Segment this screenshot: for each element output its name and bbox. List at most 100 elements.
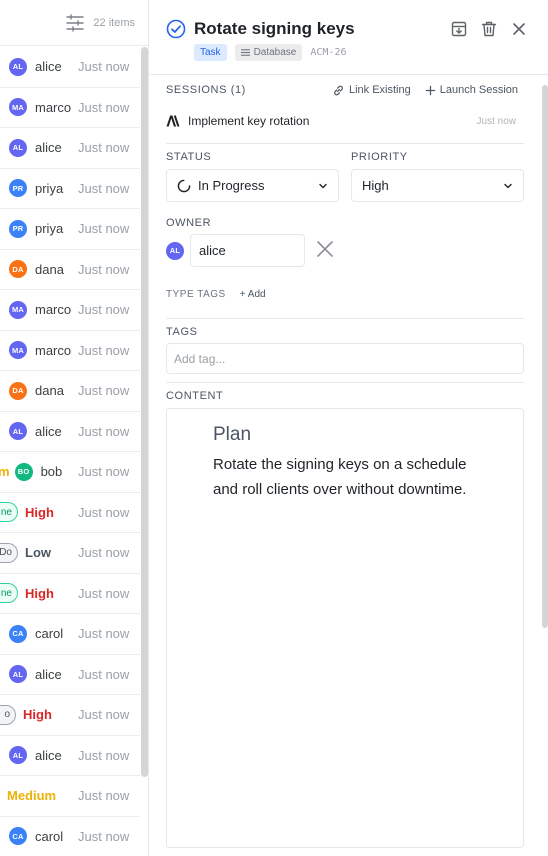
issue-meta: Task Database ACM-26 [194, 44, 347, 61]
list-item[interactable]: o High Just now [0, 695, 140, 736]
status-chip[interactable]: Do [0, 542, 18, 563]
list-item[interactable]: ne High Just now [0, 493, 140, 533]
avatar: BO [14, 462, 33, 481]
list-toolbar: 22 items [0, 0, 148, 46]
updated-time: Just now [78, 221, 130, 237]
list-item[interactable]: MA marco Just now [0, 290, 140, 331]
list-item[interactable]: MA marco Just now [0, 331, 140, 371]
owner-name: bob [40, 464, 63, 480]
list-item[interactable]: MA marco Just now [0, 88, 140, 128]
type-tags-row: TYPE TAGS + Add [166, 289, 524, 300]
priority-value: High [362, 178, 389, 193]
avatar: PR [9, 219, 27, 238]
close-icon[interactable] [510, 20, 528, 38]
link-existing-button[interactable]: Link Existing [332, 84, 411, 97]
priority-label: High [25, 504, 54, 520]
updated-time: Just now [78, 504, 130, 520]
session-time: Just now [476, 115, 516, 127]
updated-time: Just now [78, 59, 130, 75]
list-item[interactable]: Do Low Just now [0, 533, 140, 574]
updated-time: Just now [78, 585, 130, 601]
updated-time: Just now [78, 342, 130, 358]
avatar: MA [9, 341, 27, 360]
issue-title[interactable]: Rotate signing keys [194, 19, 355, 39]
avatar: MA [9, 98, 27, 117]
list-item[interactable]: CA carol Just now [0, 817, 140, 856]
updated-time: Just now [78, 383, 130, 399]
priority-label: High [23, 707, 52, 723]
owner-name: alice [35, 423, 62, 439]
content-label: CONTENT [166, 390, 224, 402]
session-name: Implement key rotation [188, 114, 310, 128]
list-item[interactable]: DA dana Just now [0, 371, 140, 412]
priority-label: High [25, 585, 54, 601]
row-leading-cell: MA marco [9, 88, 71, 128]
list-item[interactable]: ne High Just now [0, 574, 140, 614]
clear-owner-icon[interactable] [316, 240, 334, 258]
database-badge[interactable]: Database [234, 44, 303, 61]
content-heading[interactable]: Plan [213, 424, 523, 446]
content-paragraph[interactable]: Rotate the signing keys on a schedule an… [213, 452, 493, 502]
row-leading-cell: AL alice [9, 655, 62, 695]
row-leading-cell: PR priya [9, 169, 63, 209]
row-leading-cell: Medium [0, 776, 56, 816]
updated-time: Just now [78, 302, 130, 318]
type-badge[interactable]: Task [194, 44, 227, 61]
trash-icon[interactable] [480, 20, 498, 38]
add-type-tag-button[interactable]: + Add [240, 289, 266, 300]
content-editor[interactable]: Plan Rotate the signing keys on a schedu… [166, 408, 524, 848]
archive-icon[interactable] [450, 20, 468, 38]
row-leading-cell: PR priya [9, 209, 63, 249]
list-item[interactable]: AL alice Just now [0, 736, 140, 776]
status-chip[interactable]: ne [0, 502, 18, 523]
status-chip[interactable]: ne [0, 583, 18, 604]
priority-select[interactable]: High [351, 169, 524, 202]
updated-time: Just now [78, 747, 130, 763]
status-label: STATUS [166, 151, 212, 163]
owner-name: alice [35, 59, 62, 75]
owner-input[interactable]: alice [190, 234, 305, 267]
list-item[interactable]: AL alice Just now [0, 128, 140, 169]
filter-sliders-icon[interactable] [65, 13, 85, 33]
detail-header: Rotate signing keys Task Database ACM-26 [150, 0, 548, 75]
list-item[interactable]: PR priya Just now [0, 209, 140, 250]
avatar: DA [9, 260, 27, 279]
avatar: CA [9, 624, 27, 643]
check-circle-icon[interactable] [166, 19, 186, 39]
detail-body: SESSIONS (1) Link Existing Launch Sessio… [166, 75, 524, 848]
owner-name: dana [35, 383, 64, 399]
updated-time: Just now [78, 707, 130, 723]
row-leading-cell: DA dana [9, 371, 64, 411]
tag-input[interactable]: Add tag... [166, 343, 524, 374]
list-item[interactable]: AL alice Just now [0, 655, 140, 695]
updated-time: Just now [78, 180, 130, 196]
divider [166, 318, 524, 319]
avatar: AL [9, 665, 27, 684]
database-badge-label: Database [253, 47, 297, 58]
status-chip[interactable]: o [0, 704, 16, 725]
session-item[interactable]: Implement key rotation Just now [166, 107, 524, 135]
owner-label: OWNER [166, 217, 212, 229]
launch-session-button[interactable]: Launch Session [425, 84, 518, 96]
in-progress-icon [177, 179, 191, 192]
status-select[interactable]: In Progress [166, 169, 339, 202]
list-item[interactable]: m BO bob Just now [0, 452, 140, 493]
list-scrollbar[interactable] [141, 47, 148, 777]
owner-name: carol [35, 626, 64, 642]
list-item[interactable]: DA dana Just now [0, 250, 140, 290]
list-item[interactable]: PR priya Just now [0, 169, 140, 209]
list-item[interactable]: AL alice Just now [0, 47, 140, 88]
owner-name: priya [35, 180, 64, 196]
row-leading-cell: m BO bob [0, 452, 62, 492]
row-leading-cell: ne High [0, 574, 54, 614]
list-item[interactable]: Medium Just now [0, 776, 140, 817]
list-item[interactable]: CA carol Just now [0, 614, 140, 655]
owner-name: marco [35, 99, 72, 115]
item-count: 22 items [93, 16, 135, 29]
row-leading-cell: AL alice [9, 412, 62, 452]
detail-scrollbar[interactable] [542, 85, 548, 628]
owner-name: priya [35, 221, 64, 237]
avatar: AL [9, 746, 27, 765]
list-item[interactable]: AL alice Just now [0, 412, 140, 452]
updated-time: Just now [78, 828, 130, 844]
